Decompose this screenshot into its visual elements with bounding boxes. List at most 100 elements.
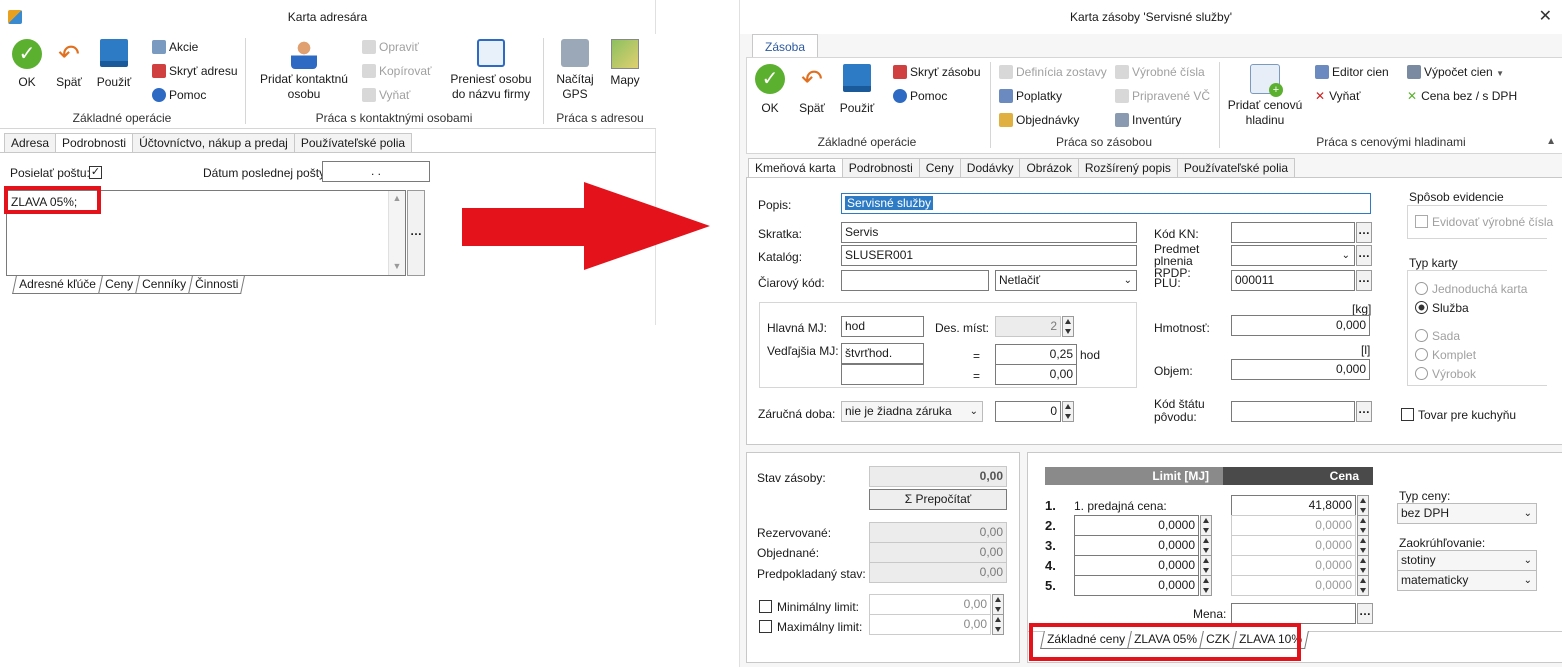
price-row-limit-field[interactable]: 0,0000 [1074, 535, 1199, 556]
tab-main-card[interactable]: Kmeňová karta [748, 158, 843, 178]
note-more-button[interactable]: … [407, 190, 425, 276]
edit-button[interactable]: Opraviť [362, 37, 419, 57]
tab-picture[interactable]: Obrázok [1019, 158, 1079, 177]
price-row-limit-stepper[interactable] [1200, 555, 1212, 576]
card-type-kit-radio[interactable] [1415, 348, 1428, 361]
max-limit-stepper[interactable] [992, 614, 1004, 635]
rounding-select[interactable]: stotiny ⌄ [1397, 550, 1537, 571]
popis-field[interactable]: Servisné služby [841, 193, 1371, 214]
origin-field[interactable] [1231, 401, 1355, 422]
back-button[interactable]: ↶ Späť [50, 39, 88, 90]
kn-code-field[interactable] [1231, 222, 1355, 243]
max-limit-checkbox[interactable] [759, 620, 772, 633]
fees-button[interactable]: Poplatky [999, 86, 1062, 106]
card-type-product-radio[interactable] [1415, 367, 1428, 380]
ribbon-tab-stock[interactable]: Zásoba [752, 34, 819, 58]
origin-more-button[interactable]: … [1356, 401, 1372, 422]
use-button[interactable]: Použiť [92, 39, 136, 90]
price-row-price-field[interactable]: 0,0000 [1231, 575, 1356, 596]
inventories-button[interactable]: Inventúry [1115, 110, 1181, 130]
decimals-stepper[interactable] [1062, 316, 1074, 337]
price-row-price-stepper[interactable] [1357, 495, 1369, 516]
price-row-price-field[interactable]: 41,8000 [1231, 495, 1356, 516]
use-button[interactable]: Použiť [835, 64, 879, 116]
plu-field[interactable]: 000011 [1231, 270, 1355, 291]
card-type-set-radio[interactable] [1415, 329, 1428, 342]
price-vat-button[interactable]: ✕ Cena bez / s DPH [1407, 86, 1517, 106]
max-limit-field[interactable]: 0,00 [869, 614, 991, 635]
serial-numbers-button[interactable]: Výrobné čísla [1115, 62, 1205, 82]
secondary-unit-field[interactable]: štvrťhod. [841, 343, 924, 364]
tab-extended-desc[interactable]: Rozšírený popis [1077, 158, 1178, 177]
add-contact-button[interactable]: Pridať kontaktnú osobu [254, 39, 354, 102]
last-mail-date-field[interactable]: . . [322, 161, 430, 182]
tab-user-fields[interactable]: Používateľské polia [1176, 158, 1296, 177]
price-row-limit-stepper[interactable] [1200, 515, 1212, 536]
tab-details[interactable]: Podrobnosti [841, 158, 920, 177]
currency-more-button[interactable]: … [1357, 603, 1373, 624]
skratka-field[interactable]: Servis [841, 222, 1137, 243]
back-button[interactable]: ↶ Späť [793, 64, 831, 116]
min-limit-checkbox[interactable] [759, 600, 772, 613]
remove-level-button[interactable]: ✕ Vyňať [1315, 86, 1360, 106]
rounding-method-select[interactable]: matematicky ⌄ [1397, 570, 1537, 591]
barcode-field[interactable] [841, 270, 989, 291]
tab-user-fields[interactable]: Používateľské polia [293, 133, 413, 152]
tab-address-keys[interactable]: Adresné kľúče [12, 276, 103, 294]
ok-button[interactable]: ✓ OK [751, 64, 789, 116]
actions-button[interactable]: Akcie [152, 37, 198, 57]
secondary-ratio-field[interactable]: 0,25 [995, 344, 1077, 365]
volume-field[interactable]: 0,000 [1231, 359, 1370, 380]
warranty-number-field[interactable]: 0 [995, 401, 1061, 422]
tab-prices[interactable]: Ceny [918, 158, 961, 177]
tab-prices[interactable]: Ceny [97, 276, 140, 294]
tab-details[interactable]: Podrobnosti [55, 133, 134, 153]
help-button[interactable]: Pomoc [152, 85, 206, 105]
subject-select[interactable]: ⌄ [1231, 245, 1355, 266]
load-gps-button[interactable]: Načítaj GPS [550, 39, 600, 102]
assembly-definition-button[interactable]: Definícia zostavy [999, 62, 1107, 82]
tab-price-lists[interactable]: Cenníky [134, 276, 193, 294]
card-type-simple-radio[interactable] [1415, 282, 1428, 295]
price-editor-button[interactable]: Editor cien [1315, 62, 1389, 82]
prepared-serials-button[interactable]: Pripravené VČ [1115, 86, 1210, 106]
close-icon[interactable]: ✕ [1539, 6, 1552, 26]
tab-deliveries[interactable]: Dodávky [959, 158, 1021, 177]
price-row-limit-field[interactable]: 0,0000 [1074, 515, 1199, 536]
note-scrollbar[interactable]: ▲ ▼ [388, 191, 405, 275]
recalculate-button[interactable]: Σ Prepočítať [869, 489, 1007, 510]
price-calc-button[interactable]: Výpočet cien ▼ [1407, 62, 1504, 82]
remove-button[interactable]: Vyňať [362, 85, 410, 105]
card-type-service-radio[interactable] [1415, 301, 1428, 314]
secondary-unit-field-2[interactable] [841, 364, 924, 385]
add-price-level-button[interactable]: + Pridať cenovú hladinu [1223, 64, 1307, 128]
main-unit-field[interactable]: hod [841, 316, 924, 337]
warranty-select[interactable]: nie je žiadna záruka ⌄ [841, 401, 983, 422]
price-row-limit-field[interactable]: 0,0000 [1074, 575, 1199, 596]
price-type-select[interactable]: bez DPH ⌄ [1397, 503, 1537, 524]
warranty-stepper[interactable] [1062, 401, 1074, 422]
kn-code-more-button[interactable]: … [1356, 222, 1372, 243]
barcode-print-select[interactable]: Netlačiť ⌄ [995, 270, 1137, 291]
tab-activities[interactable]: Činnosti [188, 276, 246, 294]
price-row-limit-stepper[interactable] [1200, 575, 1212, 596]
price-row-price-field[interactable]: 0,0000 [1231, 535, 1356, 556]
price-row-price-field[interactable]: 0,0000 [1231, 555, 1356, 576]
ok-button[interactable]: ✓ OK [8, 39, 46, 90]
price-row-limit-stepper[interactable] [1200, 535, 1212, 556]
tab-accounting[interactable]: Účtovníctvo, nákup a predaj [132, 133, 295, 152]
price-row-limit-field[interactable]: 0,0000 [1074, 555, 1199, 576]
copy-button[interactable]: Kopírovať [362, 61, 432, 81]
min-limit-field[interactable]: 0,00 [869, 594, 991, 615]
katalog-field[interactable]: SLUSER001 [841, 245, 1137, 266]
maps-button[interactable]: Mapy [604, 39, 646, 88]
collapse-ribbon-icon[interactable]: ▲ [1546, 136, 1556, 147]
weight-field[interactable]: 0,000 [1231, 315, 1370, 336]
price-row-price-stepper[interactable] [1357, 535, 1369, 556]
min-limit-stepper[interactable] [992, 594, 1004, 615]
decimals-field[interactable]: 2 [995, 316, 1061, 337]
hide-stock-button[interactable]: Skryť zásobu [893, 62, 981, 82]
send-mail-checkbox[interactable]: ✓ [89, 166, 102, 179]
hide-address-button[interactable]: Skryť adresu [152, 61, 238, 81]
price-row-price-stepper[interactable] [1357, 555, 1369, 576]
